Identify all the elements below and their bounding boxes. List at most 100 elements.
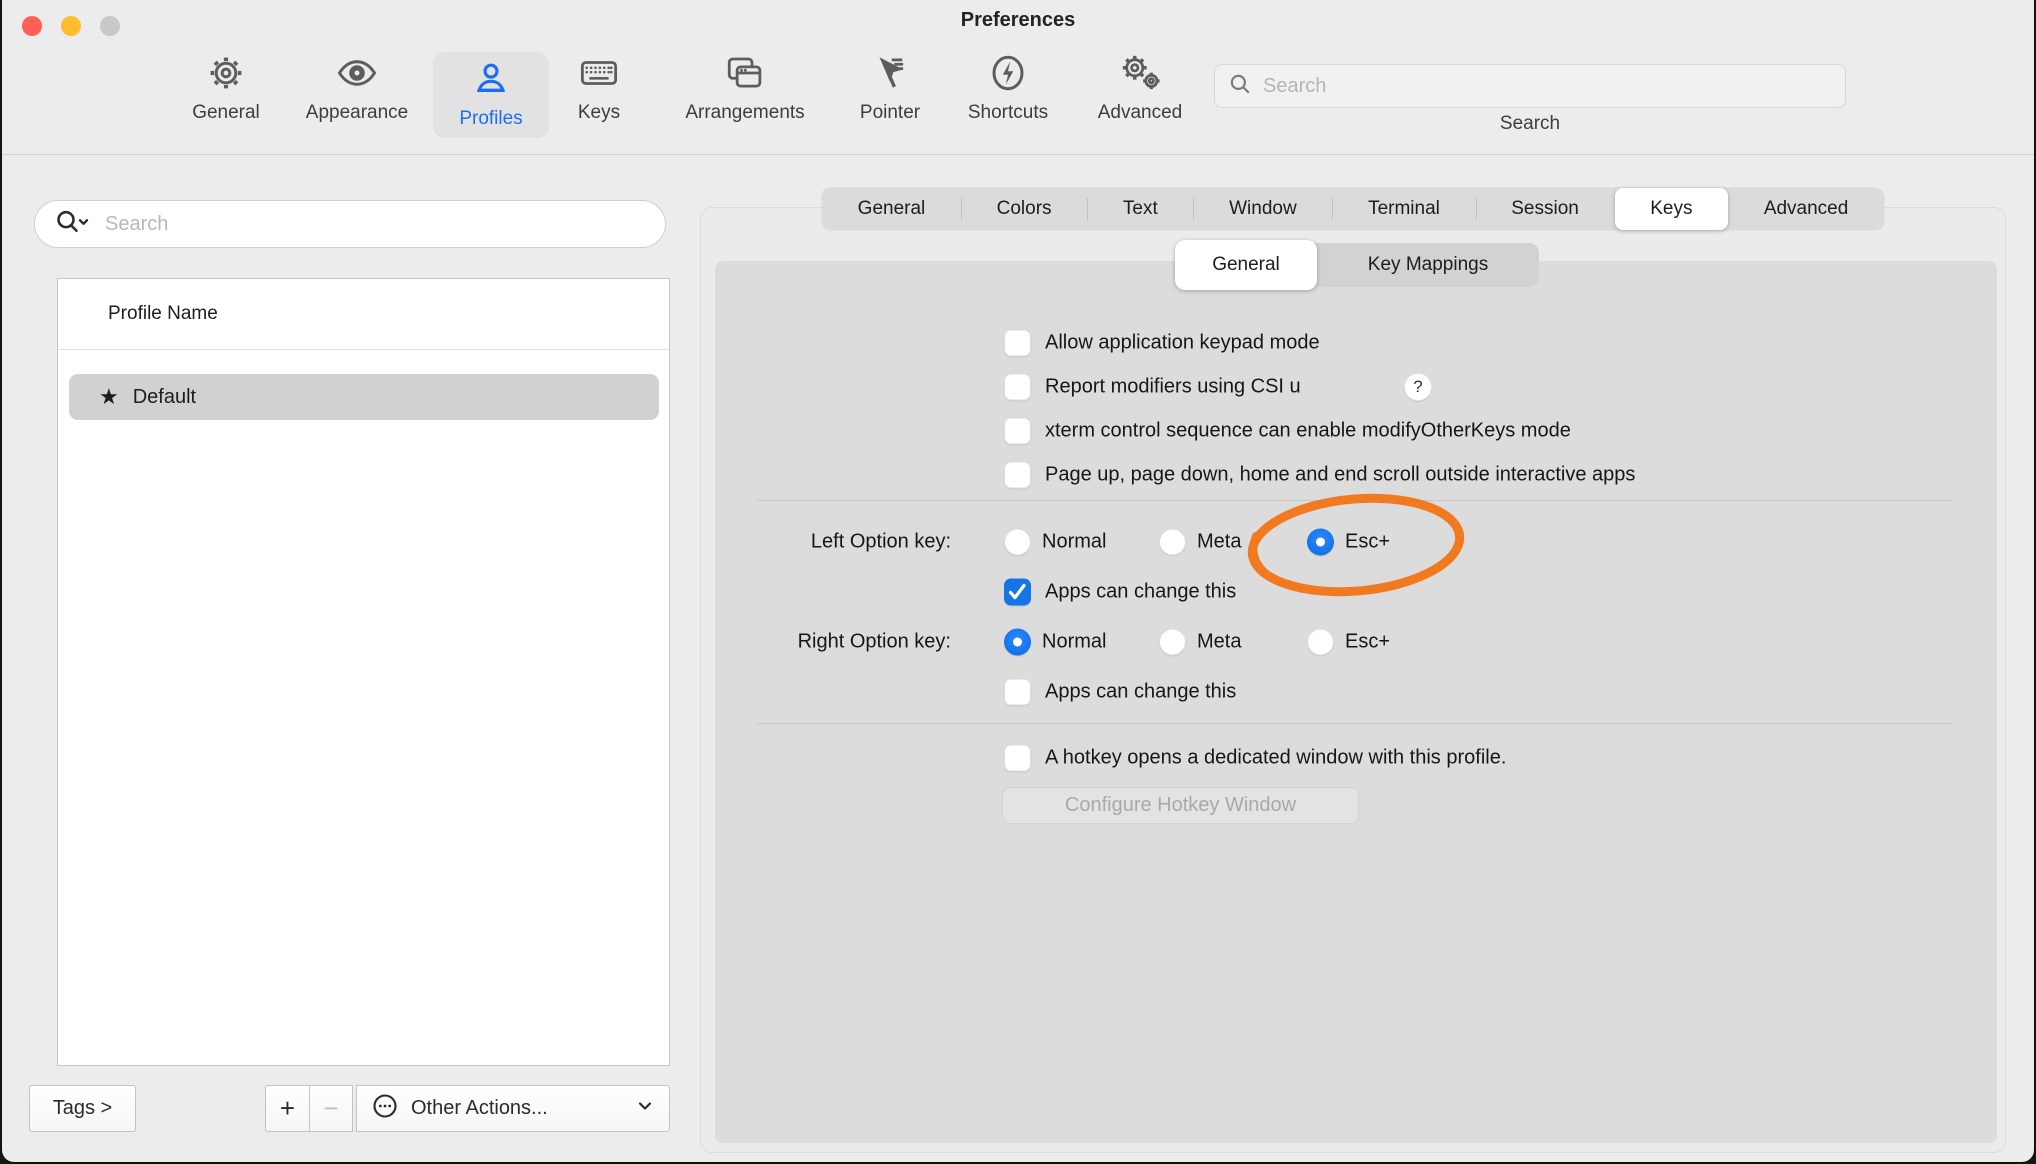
right-apps-change-checkbox[interactable] [1004,679,1031,706]
toolbar-label: General [192,102,260,124]
remove-profile-button[interactable]: − [309,1085,353,1132]
right-option-row: Right Option key: Normal Meta Esc+ [715,621,1997,663]
subtab-key-mappings[interactable]: Key Mappings [1317,243,1539,287]
checkbox-label: Report modifiers using CSI u [1045,376,1301,399]
tags-button[interactable]: Tags > [29,1085,136,1132]
toolbar-item-keys[interactable]: Keys [541,50,657,124]
subtab-general[interactable]: General [1175,240,1317,290]
toolbar-item-advanced[interactable]: Advanced [1082,50,1198,124]
minus-icon: − [323,1093,338,1124]
toolbar-label: Pointer [860,102,920,124]
gears-icon [1116,50,1164,96]
profile-name: Default [133,386,196,409]
checkbox-label: Apps can change this [1045,681,1236,704]
toolbar-label: Shortcuts [968,102,1048,124]
person-icon [470,56,512,102]
search-icon [1227,71,1253,102]
preferences-window: Preferences General Appearance Profiles [2,0,2034,1162]
profile-search-placeholder: Search [105,213,168,236]
profile-list: Profile Name ★ Default [57,278,670,1066]
checkbox-row: Report modifiers using CSI u ? [715,366,1997,408]
toolbar-item-pointer[interactable]: Pointer [832,50,948,124]
left-option-esc-radio[interactable] [1307,529,1334,556]
left-apps-row: Apps can change this [715,571,1997,613]
tab-advanced[interactable]: Advanced [1728,188,1884,230]
eye-icon [334,50,380,96]
radio-label: Meta [1197,531,1241,554]
checkbox-label: Page up, page down, home and end scroll … [1045,464,1635,487]
toolbar-item-profiles[interactable]: Profiles [433,52,549,138]
right-option-normal-radio[interactable] [1004,629,1031,656]
tab-terminal[interactable]: Terminal [1332,188,1475,230]
radio-label: Normal [1042,631,1106,654]
tab-text[interactable]: Text [1087,188,1193,230]
cursor-icon [869,50,911,96]
checkbox-label: Allow application keypad mode [1045,332,1320,355]
configure-hotkey-label: Configure Hotkey Window [1065,794,1296,817]
profile-tab-bar: General Colors Text Window Terminal Sess… [822,188,1884,230]
left-option-row: Left Option key: Normal Meta Esc+ [715,521,1997,563]
profile-row-default[interactable]: ★ Default [69,374,659,420]
checkbox-label: xterm control sequence can enable modify… [1045,420,1571,443]
section-divider [757,500,1952,501]
search-menu-icon [53,208,93,241]
left-option-normal-radio[interactable] [1004,529,1031,556]
window-title: Preferences [2,9,2034,32]
toolbar-item-shortcuts[interactable]: Shortcuts [950,50,1066,124]
bolt-icon [987,50,1029,96]
gear-icon [205,50,247,96]
plus-icon: + [280,1093,295,1124]
checkbox-label: Apps can change this [1045,581,1236,604]
radio-label: Normal [1042,531,1106,554]
screen: Preferences General Appearance Profiles [0,0,2036,1164]
add-profile-button[interactable]: + [265,1085,310,1132]
left-option-meta-radio[interactable] [1159,529,1186,556]
right-option-label: Right Option key: [798,631,951,654]
ellipsis-circle-icon [371,1092,399,1126]
tab-session[interactable]: Session [1476,188,1615,230]
keys-subtab-bar: General Key Mappings [1175,243,1539,287]
toolbar-divider [2,154,2034,155]
section-divider [757,723,1952,724]
page-scroll-checkbox[interactable] [1004,462,1031,489]
profile-list-header: Profile Name [108,279,218,349]
toolbar-item-general[interactable]: General [168,50,284,124]
toolbar-search-input[interactable]: Search [1214,64,1846,108]
checkbox-row: xterm control sequence can enable modify… [715,410,1997,452]
checkbox-label: A hotkey opens a dedicated window with t… [1045,747,1506,770]
tab-general[interactable]: General [822,188,961,230]
windows-icon [723,50,767,96]
radio-label: Esc+ [1345,631,1390,654]
other-actions-label: Other Actions... [411,1097,635,1120]
hotkey-row: A hotkey opens a dedicated window with t… [715,737,1997,779]
right-apps-row: Apps can change this [715,671,1997,713]
modify-other-keys-checkbox[interactable] [1004,418,1031,445]
toolbar-item-arrangements[interactable]: Arrangements [687,50,803,124]
toolbar-search-caption: Search [1214,113,1846,135]
other-actions-dropdown[interactable]: Other Actions... [356,1085,670,1132]
right-option-esc-radio[interactable] [1307,629,1334,656]
checkbox-row: Allow application keypad mode [715,322,1997,364]
toolbar-item-appearance[interactable]: Appearance [299,50,415,124]
allow-keypad-checkbox[interactable] [1004,330,1031,357]
tab-keys[interactable]: Keys [1615,188,1729,230]
profile-search-input[interactable]: Search [34,200,666,248]
toolbar-label: Advanced [1098,102,1183,124]
csi-u-checkbox[interactable] [1004,374,1031,401]
radio-label: Meta [1197,631,1241,654]
list-header-divider [58,349,669,350]
chevron-down-icon [635,1096,655,1122]
toolbar-label: Keys [578,102,620,124]
radio-label: Esc+ [1345,531,1390,554]
tab-window[interactable]: Window [1193,188,1332,230]
star-icon: ★ [99,384,119,410]
left-apps-change-checkbox[interactable] [1004,579,1031,606]
configure-hotkey-window-button[interactable]: Configure Hotkey Window [1002,787,1359,824]
right-option-meta-radio[interactable] [1159,629,1186,656]
tab-colors[interactable]: Colors [961,188,1087,230]
keyboard-icon [576,50,622,96]
hotkey-window-checkbox[interactable] [1004,745,1031,772]
toolbar-label: Profiles [459,108,522,130]
checkbox-row: Page up, page down, home and end scroll … [715,454,1997,496]
help-button[interactable]: ? [1404,373,1432,401]
